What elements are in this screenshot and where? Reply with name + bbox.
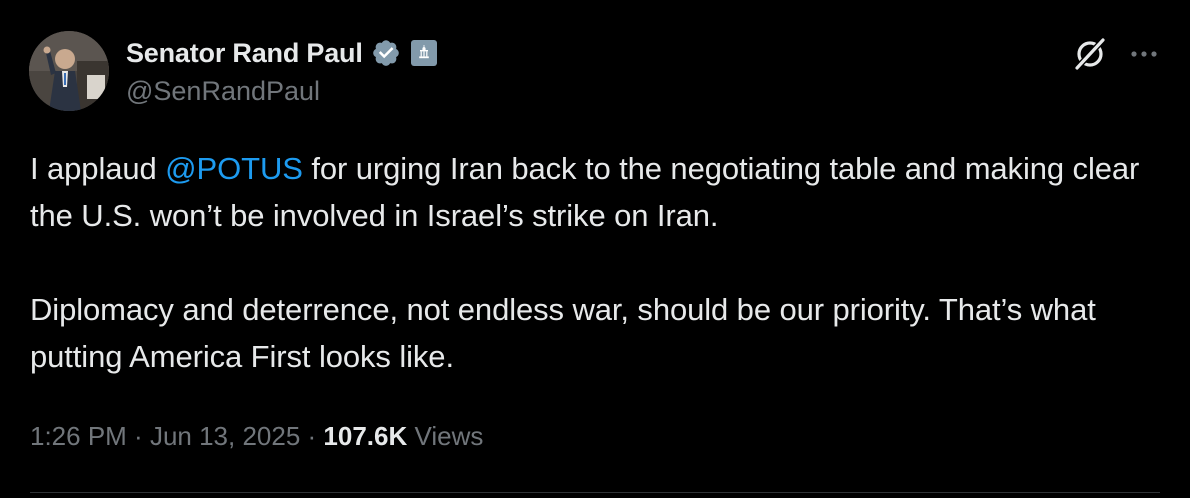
tweet-paragraph-2: Diplomacy and deterrence, not endless wa… <box>30 292 1096 374</box>
tweet-card[interactable]: Senator Rand Paul @SenRandPaul I applaud… <box>0 0 1190 498</box>
meta-separator: · <box>126 421 150 451</box>
meta-separator: · <box>300 421 324 451</box>
tweet-date[interactable]: Jun 13, 2025 <box>150 421 300 451</box>
tweet-meta: 1:26 PM · Jun 13, 2025 · 107.6K Views <box>30 421 483 452</box>
tweet-paragraph-1: I applaud @POTUS for urging Iran back to… <box>30 145 1150 239</box>
grok-icon[interactable] <box>1070 35 1110 73</box>
views-label: Views <box>407 421 484 451</box>
author-handle[interactable]: @SenRandPaul <box>126 76 320 107</box>
avatar-photo <box>29 31 109 111</box>
author-name-row: Senator Rand Paul <box>126 36 437 70</box>
tweet-time[interactable]: 1:26 PM <box>30 421 127 451</box>
author-display-name[interactable]: Senator Rand Paul <box>126 38 363 69</box>
verified-check-icon[interactable] <box>371 38 401 68</box>
tweet-text-intro: I applaud <box>30 151 166 186</box>
views-count[interactable]: 107.6K <box>323 421 407 451</box>
divider <box>30 492 1160 493</box>
tweet-text: I applaud @POTUS for urging Iran back to… <box>30 145 1150 380</box>
government-building-icon[interactable] <box>410 40 437 66</box>
mention-link[interactable]: @POTUS <box>165 151 303 186</box>
avatar[interactable] <box>29 31 109 111</box>
more-options-icon[interactable] <box>1126 40 1162 68</box>
